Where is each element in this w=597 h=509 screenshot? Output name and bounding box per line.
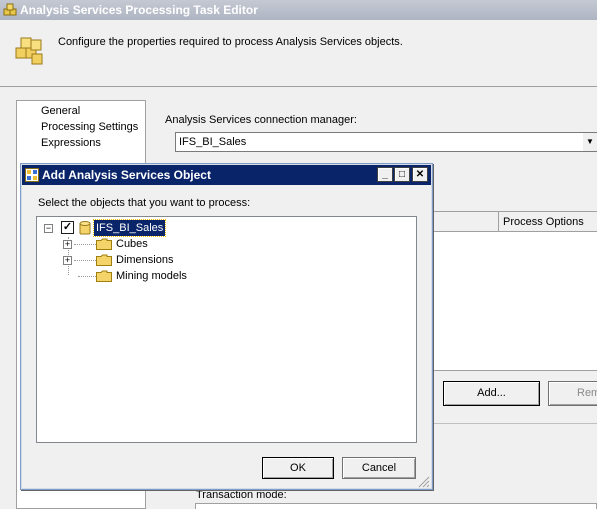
size-grip-icon[interactable] [416, 474, 430, 488]
nav-item-processing-settings[interactable]: Processing Settings [39, 120, 140, 134]
tree-node-dimensions[interactable]: + Dimensions [37, 252, 416, 268]
tree-node-mining-models[interactable]: Mining models [37, 268, 416, 284]
tree-guide-line [74, 244, 96, 245]
connection-manager-label: Analysis Services connection manager: [165, 114, 357, 126]
cancel-button[interactable]: Cancel [342, 457, 416, 479]
minimize-button[interactable]: _ [377, 167, 393, 182]
database-icon [79, 221, 91, 235]
collapse-minus-icon[interactable]: − [44, 224, 53, 233]
dialog-prompt: Select the objects that you want to proc… [38, 197, 251, 209]
cube-stack-icon [15, 37, 43, 65]
maximize-button[interactable]: □ [394, 167, 410, 182]
transaction-mode-label: Transaction mode: [196, 489, 287, 501]
app-window-icon [25, 168, 39, 182]
header-description: Configure the properties required to pro… [58, 36, 403, 48]
nav-item-general[interactable]: General [39, 104, 82, 118]
expand-plus-icon[interactable]: + [63, 240, 72, 249]
add-button[interactable]: Add... [443, 381, 540, 406]
nav-item-expressions[interactable]: Expressions [39, 136, 103, 150]
remove-button[interactable]: Rem [548, 381, 597, 406]
processing-objects-grid[interactable] [432, 211, 597, 371]
dialog-titlebar[interactable]: Add Analysis Services Object [22, 165, 431, 185]
tree-guide-line [74, 260, 96, 261]
folder-icon [96, 254, 112, 266]
object-tree[interactable]: − ✓ IFS_BI_Sales + Cubes + Dimensions Mi… [36, 216, 417, 443]
dialog-title: Add Analysis Services Object [42, 168, 211, 182]
tree-guide-line [78, 276, 96, 277]
parent-window-titlebar[interactable]: Analysis Services Processing Task Editor [0, 0, 597, 20]
cube-stack-icon [3, 3, 17, 16]
checkbox-checked-icon[interactable]: ✓ [61, 221, 74, 234]
tree-node-label[interactable]: Cubes [114, 236, 150, 252]
close-button[interactable]: ✕ [412, 167, 428, 182]
tree-node-label[interactable]: Dimensions [114, 252, 175, 268]
tree-node-label[interactable]: Mining models [114, 268, 189, 284]
grid-column-divider[interactable] [498, 212, 499, 232]
divider [432, 423, 597, 424]
header-area [0, 20, 597, 80]
grid-column-process-options[interactable]: Process Options [503, 216, 584, 228]
chevron-down-icon[interactable]: ▼ [583, 133, 597, 151]
tree-node-cubes[interactable]: + Cubes [37, 236, 416, 252]
folder-icon [96, 238, 112, 250]
ok-button[interactable]: OK [262, 457, 334, 479]
expand-plus-icon[interactable]: + [63, 256, 72, 265]
transaction-mode-field[interactable] [195, 503, 597, 509]
parent-window-title: Analysis Services Processing Task Editor [20, 3, 258, 17]
connection-manager-combo[interactable]: IFS_BI_Sales [175, 132, 597, 152]
tree-node-label[interactable]: IFS_BI_Sales [92, 219, 167, 237]
tree-node-root[interactable]: − ✓ IFS_BI_Sales [37, 219, 416, 237]
header-divider [0, 86, 597, 87]
folder-icon [96, 270, 112, 282]
